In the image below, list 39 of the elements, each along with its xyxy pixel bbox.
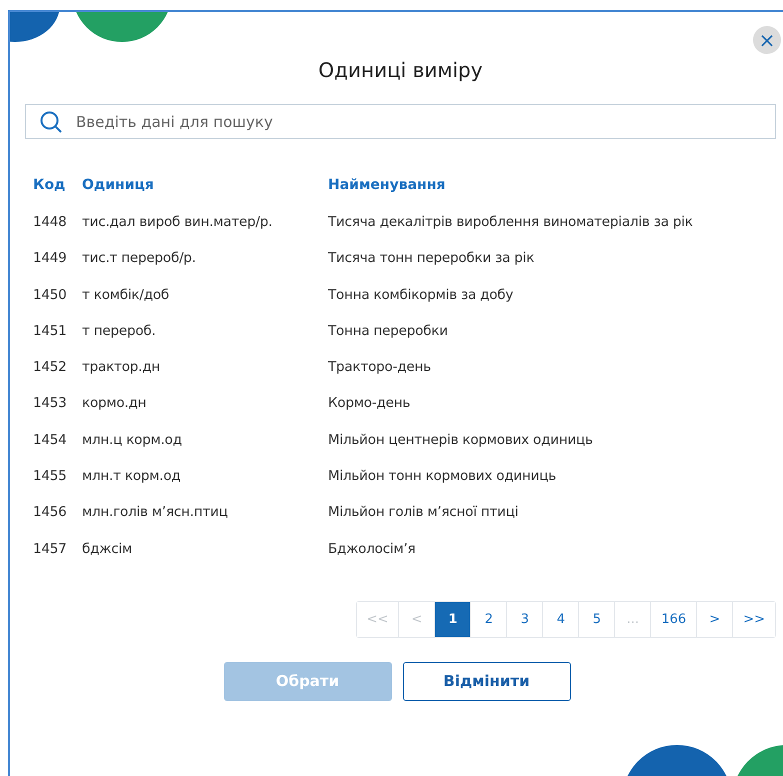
table-cell-text: 1449: [33, 250, 68, 268]
search-field[interactable]: Введіть дані для пошуку: [25, 104, 776, 139]
table-cell-text: Тракторо-день: [328, 359, 432, 378]
close-button[interactable]: ×: [753, 26, 781, 54]
table-cell-text: Бджолосім’я: [328, 540, 416, 559]
table-cell-text: Тисяча декалітрів вироблення виноматеріалів за рік: [328, 214, 694, 232]
table-cell-text: Кормо-день: [328, 395, 412, 414]
table-cell-text: 1451: [33, 322, 68, 341]
search-icon: [40, 110, 62, 132]
table-cell-text: Мільйон тонн кормових одиниць: [328, 468, 557, 486]
table-cell-text: 1453: [33, 395, 68, 414]
table-cell-text: млн.голів м’ясн.птиц: [82, 504, 229, 522]
table-cell-text: тис.дал вироб вин.матер/р.: [82, 214, 274, 232]
page-button[interactable]: 1: [435, 602, 472, 637]
table-cell-text: трактор.дн: [82, 359, 162, 378]
table-cell-text: бджсім: [82, 540, 133, 559]
table-cell-text: кормо.дн: [82, 395, 148, 414]
table-cell-text: млн.т корм.од: [82, 468, 182, 486]
table-cell-text: 1454: [33, 432, 68, 450]
table-cell-text: 1456: [33, 504, 68, 522]
dialog-title: Одиниці виміру: [317, 58, 484, 84]
table-cell-text: т комбік/доб: [82, 286, 170, 305]
column-header: Одиниця: [82, 177, 155, 195]
table-cell-text: 1455: [33, 468, 68, 486]
column-header: Найменування: [328, 177, 446, 195]
table-cell-text: млн.ц корм.од: [82, 432, 183, 450]
table-cell-text: т перероб.: [82, 322, 157, 341]
table-cell-text: 1448: [33, 214, 68, 232]
cancel-button[interactable]: Відмінити: [402, 662, 570, 701]
table-cell-text: тис.т перероб/р.: [82, 250, 197, 268]
table-cell-text: Тисяча тонн переробки за рік: [328, 250, 536, 268]
column-header: Код: [33, 177, 66, 195]
table-cell-text: Мільйон центнерів кормових одиниць: [328, 432, 594, 450]
table-cell-text: Тонна комбікормів за добу: [328, 286, 514, 305]
table-cell-text: 1450: [33, 286, 68, 305]
table-cell-text: 1452: [33, 359, 68, 378]
table-cell-text: Тонна переробки: [328, 322, 449, 341]
table-cell-text: Мільйон голів м’ясної птиці: [328, 504, 520, 522]
table-cell-text: 1457: [33, 540, 68, 559]
